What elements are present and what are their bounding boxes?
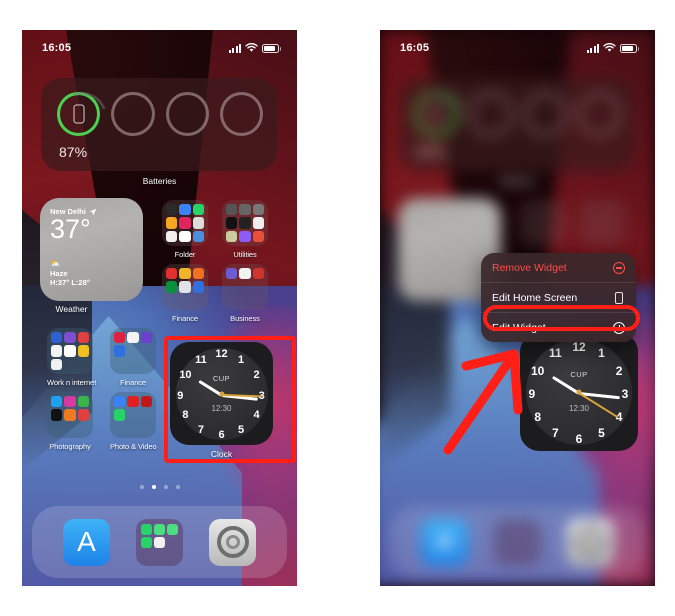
clock-center-pin (219, 391, 224, 396)
app-label: Photography (49, 442, 91, 451)
clock-city: CUP (570, 369, 588, 379)
app-label: Business (230, 314, 260, 323)
page-dot[interactable] (175, 485, 180, 489)
battery-icon (262, 43, 281, 53)
menu-item-label: Edit Widget (492, 321, 546, 334)
widget-weather[interactable]: New Delhi 37° ⛅ Haze H:37° L:28° (40, 198, 143, 301)
app-folder-7[interactable]: Photo & Video (110, 392, 157, 451)
folder-tile (222, 200, 268, 246)
right-phone-sharp-layer: Remove Widget Edit Home Screen Edit Widg… (380, 30, 655, 586)
menu-item-edit-home-screen[interactable]: Edit Home Screen (481, 283, 636, 313)
widget-clock-preview[interactable]: 12 1 2 3 4 5 6 7 8 9 10 11 CUP 12:30 (520, 333, 638, 451)
folder-tile (162, 264, 208, 310)
app-folder-0[interactable]: Folder (162, 200, 208, 259)
menu-item-remove-widget[interactable]: Remove Widget (481, 253, 636, 283)
widget-clock[interactable]: 12 1 2 3 4 5 6 7 8 9 10 11 CUP 12:30 (170, 342, 273, 445)
folder-tile (222, 264, 268, 310)
menu-item-edit-widget[interactable]: Edit Widget (481, 313, 636, 342)
widget-context-menu: Remove Widget Edit Home Screen Edit Widg… (481, 253, 636, 342)
clock-city: CUP (212, 373, 231, 383)
dock (32, 506, 287, 578)
battery-ring-iphone (57, 92, 101, 136)
page-dots[interactable] (22, 485, 297, 489)
menu-item-label: Edit Home Screen (492, 291, 578, 304)
phone-screen-home: 16:05 87% Batteries New Delhi 37° ⛅ Haze… (22, 30, 297, 586)
app-folder-3[interactable]: Business (222, 264, 268, 323)
clock-face: 12 1 2 3 4 5 6 7 8 9 10 11 CUP 12:30 (170, 342, 273, 445)
app-label: Photo & Video (110, 442, 157, 451)
widget-batteries[interactable]: 87% (41, 78, 277, 171)
cellular-bars-icon (228, 43, 241, 53)
folder-tile (110, 328, 156, 374)
haze-icon: ⛅ (50, 259, 60, 269)
app-folder-1[interactable]: Utilities (222, 200, 268, 259)
page-dot-active[interactable] (151, 485, 156, 489)
clock-digital-time: 12:30 (211, 403, 232, 413)
folder-icon[interactable] (136, 518, 183, 566)
wifi-icon (245, 43, 258, 52)
battery-rings (57, 92, 263, 136)
weather-temperature: 37° (50, 214, 91, 244)
folder-tile (47, 392, 93, 438)
folder-tile (162, 200, 208, 246)
status-bar-left: 16:05 (22, 30, 297, 60)
folder-tile (47, 328, 93, 374)
battery-ring-empty (219, 92, 263, 136)
weather-condition: Haze (50, 269, 68, 279)
app-label: Finance (120, 378, 146, 387)
settings-gear-icon[interactable] (209, 518, 256, 566)
app-label: Work n internet (47, 378, 97, 387)
app-folder-2[interactable]: Finance (162, 264, 208, 323)
app-store-icon[interactable] (63, 518, 110, 566)
battery-ring-empty (165, 92, 209, 136)
app-folder-5[interactable]: Finance (110, 328, 156, 387)
clock-digital-time: 12:30 (568, 403, 590, 413)
app-label: Folder (174, 250, 196, 259)
clock-center-pin (576, 389, 582, 395)
menu-item-label: Remove Widget (492, 261, 567, 274)
widget-label-clock: Clock (210, 449, 233, 459)
app-folder-6[interactable]: Photography (47, 392, 93, 451)
weather-high-low: H:37° L:28° (50, 278, 90, 288)
battery-ring-empty (111, 92, 155, 136)
app-folder-4[interactable]: Work n internet (47, 328, 97, 387)
folder-tile (110, 392, 156, 438)
widget-label-batteries: Batteries (142, 176, 177, 186)
screenshot-stage: 16:05 87% Batteries New Delhi 37° ⛅ Haze… (0, 0, 675, 616)
battery-percent: 87% (59, 144, 88, 160)
app-label: Utilities (233, 250, 257, 259)
minus-circle-icon (612, 261, 625, 274)
status-bar-time: 16:05 (42, 42, 72, 54)
page-dot[interactable] (163, 485, 168, 489)
home-screen-content-left: 87% Batteries New Delhi 37° ⛅ Haze H:37°… (22, 30, 297, 586)
page-dot[interactable] (139, 485, 144, 489)
clock-circle-icon (612, 321, 625, 334)
iphone-icon (73, 104, 85, 124)
iphone-icon (614, 291, 623, 304)
clock-face: 12 1 2 3 4 5 6 7 8 9 10 11 CUP 12:30 (520, 333, 638, 451)
app-label: Finance (172, 314, 198, 323)
